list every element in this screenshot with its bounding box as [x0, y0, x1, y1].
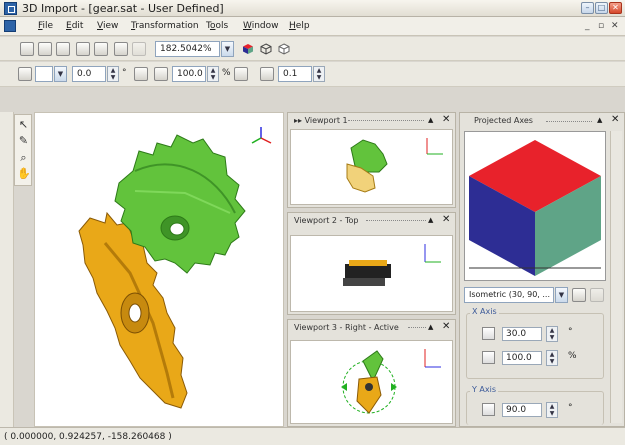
redo-icon[interactable]	[132, 42, 146, 56]
menu-view[interactable]: View	[97, 20, 118, 33]
title-bar: 3D Import - [gear.sat - User Defined] – …	[0, 0, 625, 17]
axis-dropdown-icon[interactable]: ▼	[54, 66, 67, 82]
menu-bar: File Edit View Transformation Tools Wind…	[0, 17, 625, 36]
grid-icon[interactable]	[234, 67, 248, 81]
document-icon[interactable]	[4, 20, 16, 32]
rotate-unit: °	[122, 68, 127, 78]
scale-field[interactable]: 100.0	[172, 66, 206, 82]
projected-axes-collapse-icon[interactable]: ▲	[597, 114, 602, 127]
zoom-dropdown-icon[interactable]: ▼	[221, 41, 234, 57]
y-angle-field[interactable]: 90.0	[502, 403, 542, 417]
menu-help[interactable]: Help	[289, 20, 310, 33]
viewport-3-close-icon[interactable]: ✕	[442, 320, 450, 334]
pen-icon[interactable]: ✎	[17, 134, 30, 147]
axis-combo[interactable]	[35, 66, 53, 82]
projection-preset-combo[interactable]: Isometric (30, 90, ...	[464, 287, 554, 303]
viewport-1-collapse-icon[interactable]: ▲	[428, 114, 433, 127]
x-angle-unit: °	[568, 327, 573, 337]
viewport-3-collapse-icon[interactable]: ▲	[428, 321, 433, 334]
light-icon[interactable]	[134, 67, 148, 81]
viewport-2-panel: Viewport 2 - Top ▲ ✕	[287, 212, 456, 315]
toolbar-main: 182.5042% ▼	[0, 37, 625, 61]
viewport-2-canvas[interactable]	[290, 235, 453, 312]
viewport-1-close-icon[interactable]: ✕	[442, 113, 450, 127]
select-arrow-icon[interactable]: ↖	[17, 118, 30, 131]
menu-transformation[interactable]: Transformation	[131, 20, 199, 33]
rotate-field[interactable]: 0.0	[72, 66, 106, 82]
zoom-icon[interactable]: ⌕	[17, 151, 30, 164]
hand-pan-icon[interactable]: ✋	[17, 167, 31, 180]
preset-dropdown-icon[interactable]: ▼	[555, 287, 568, 303]
viewport-2-close-icon[interactable]: ✕	[442, 213, 450, 227]
mdi-restore-icon[interactable]: ▫	[598, 20, 604, 33]
y-angle-unit: °	[568, 403, 573, 413]
app-icon	[4, 2, 17, 15]
x-axis-group	[466, 313, 604, 379]
axis-gizmo-icon	[251, 127, 272, 144]
menu-edit[interactable]: Edit	[66, 20, 83, 33]
panel-grip	[546, 121, 592, 122]
menu-window[interactable]: Window	[243, 20, 279, 33]
tool-palette: ↖ ✎ ⌕ ✋	[14, 114, 32, 186]
left-dock	[0, 112, 14, 427]
y-angle-icon	[482, 403, 495, 416]
viewport-2-collapse-icon[interactable]: ▲	[428, 214, 433, 227]
viewport-1-title: ▸▸ Viewport 1	[294, 116, 348, 125]
copy-icon[interactable]	[76, 42, 90, 56]
x-angle-spinner[interactable]: ▲ ▼	[546, 326, 558, 342]
scale-spinner[interactable]: ▲ ▼	[207, 66, 219, 82]
preset-apply-icon[interactable]	[572, 288, 586, 302]
window-title: 3D Import - [gear.sat - User Defined]	[22, 2, 224, 15]
projected-axes-preview	[464, 131, 606, 281]
shaded-cube-icon[interactable]	[242, 43, 254, 55]
cursor-coordinates: ( 0.000000, 0.924257, -158.260468 )	[4, 432, 172, 442]
main-viewport[interactable]	[34, 112, 284, 427]
viewport-3-panel: Viewport 3 - Right - Active ▲ ✕	[287, 319, 456, 427]
rotate-spinner[interactable]: ▲ ▼	[107, 66, 119, 82]
outline-cube-icon[interactable]	[278, 43, 290, 55]
step-spinner[interactable]: ▲ ▼	[313, 66, 325, 82]
viewport-3-canvas[interactable]	[290, 340, 453, 424]
scale-unit: %	[222, 68, 231, 78]
export-icon[interactable]	[56, 42, 70, 56]
x-scale-icon	[482, 351, 495, 364]
x-angle-field[interactable]: 30.0	[502, 327, 542, 341]
x-scale-unit: %	[568, 351, 577, 361]
x-angle-icon	[482, 327, 495, 340]
viewport-2-title: Viewport 2 - Top	[294, 216, 359, 225]
projected-axes-panel: Projected Axes ▲ ✕ Isometric (30, 90, ..…	[459, 112, 625, 427]
viewport-1-canvas[interactable]	[290, 129, 453, 205]
y-angle-spinner[interactable]: ▲ ▼	[546, 402, 558, 418]
zoom-combo[interactable]: 182.5042%	[155, 41, 220, 57]
menu-file[interactable]: File	[38, 20, 53, 33]
lock-axis-icon[interactable]	[18, 67, 32, 81]
x-scale-field[interactable]: 100.0	[502, 351, 542, 365]
menu-tools[interactable]: Tools	[206, 20, 228, 33]
projected-axes-close-icon[interactable]: ✕	[611, 113, 619, 127]
x-axis-label: X Axis	[470, 307, 499, 316]
preset-reset-icon[interactable]	[590, 288, 604, 302]
main-3d-scene[interactable]	[35, 113, 283, 426]
mdi-minimize-icon[interactable]: _	[585, 20, 590, 33]
scale-icon[interactable]	[154, 67, 168, 81]
y-axis-label: Y Axis	[470, 385, 499, 394]
projected-axes-scrollbar[interactable]	[610, 131, 622, 423]
minimize-icon[interactable]: –	[581, 2, 594, 14]
viewport-1-panel: ▸▸ Viewport 1 ▲ ✕	[287, 112, 456, 208]
save-icon[interactable]	[38, 42, 52, 56]
x-scale-spinner[interactable]: ▲ ▼	[546, 350, 558, 366]
status-bar: ( 0.000000, 0.924257, -158.260468 )	[0, 427, 625, 445]
maximize-icon[interactable]: □	[595, 2, 608, 14]
wireframe-cube-icon[interactable]	[260, 43, 272, 55]
undo-icon[interactable]	[114, 42, 128, 56]
projected-axes-title: Projected Axes	[474, 116, 533, 125]
paste-icon[interactable]	[94, 42, 108, 56]
viewport-3-title: Viewport 3 - Right - Active	[294, 323, 399, 332]
close-icon[interactable]: ✕	[609, 2, 622, 14]
move-icon[interactable]	[260, 67, 274, 81]
step-field[interactable]: 0.1	[278, 66, 312, 82]
open-icon[interactable]	[20, 42, 34, 56]
toolbar-transform: ▼ 0.0 ▲ ▼ ° 100.0 ▲ ▼ % 0.1 ▲ ▼	[0, 62, 625, 87]
mdi-close-icon[interactable]: ✕	[611, 20, 619, 33]
